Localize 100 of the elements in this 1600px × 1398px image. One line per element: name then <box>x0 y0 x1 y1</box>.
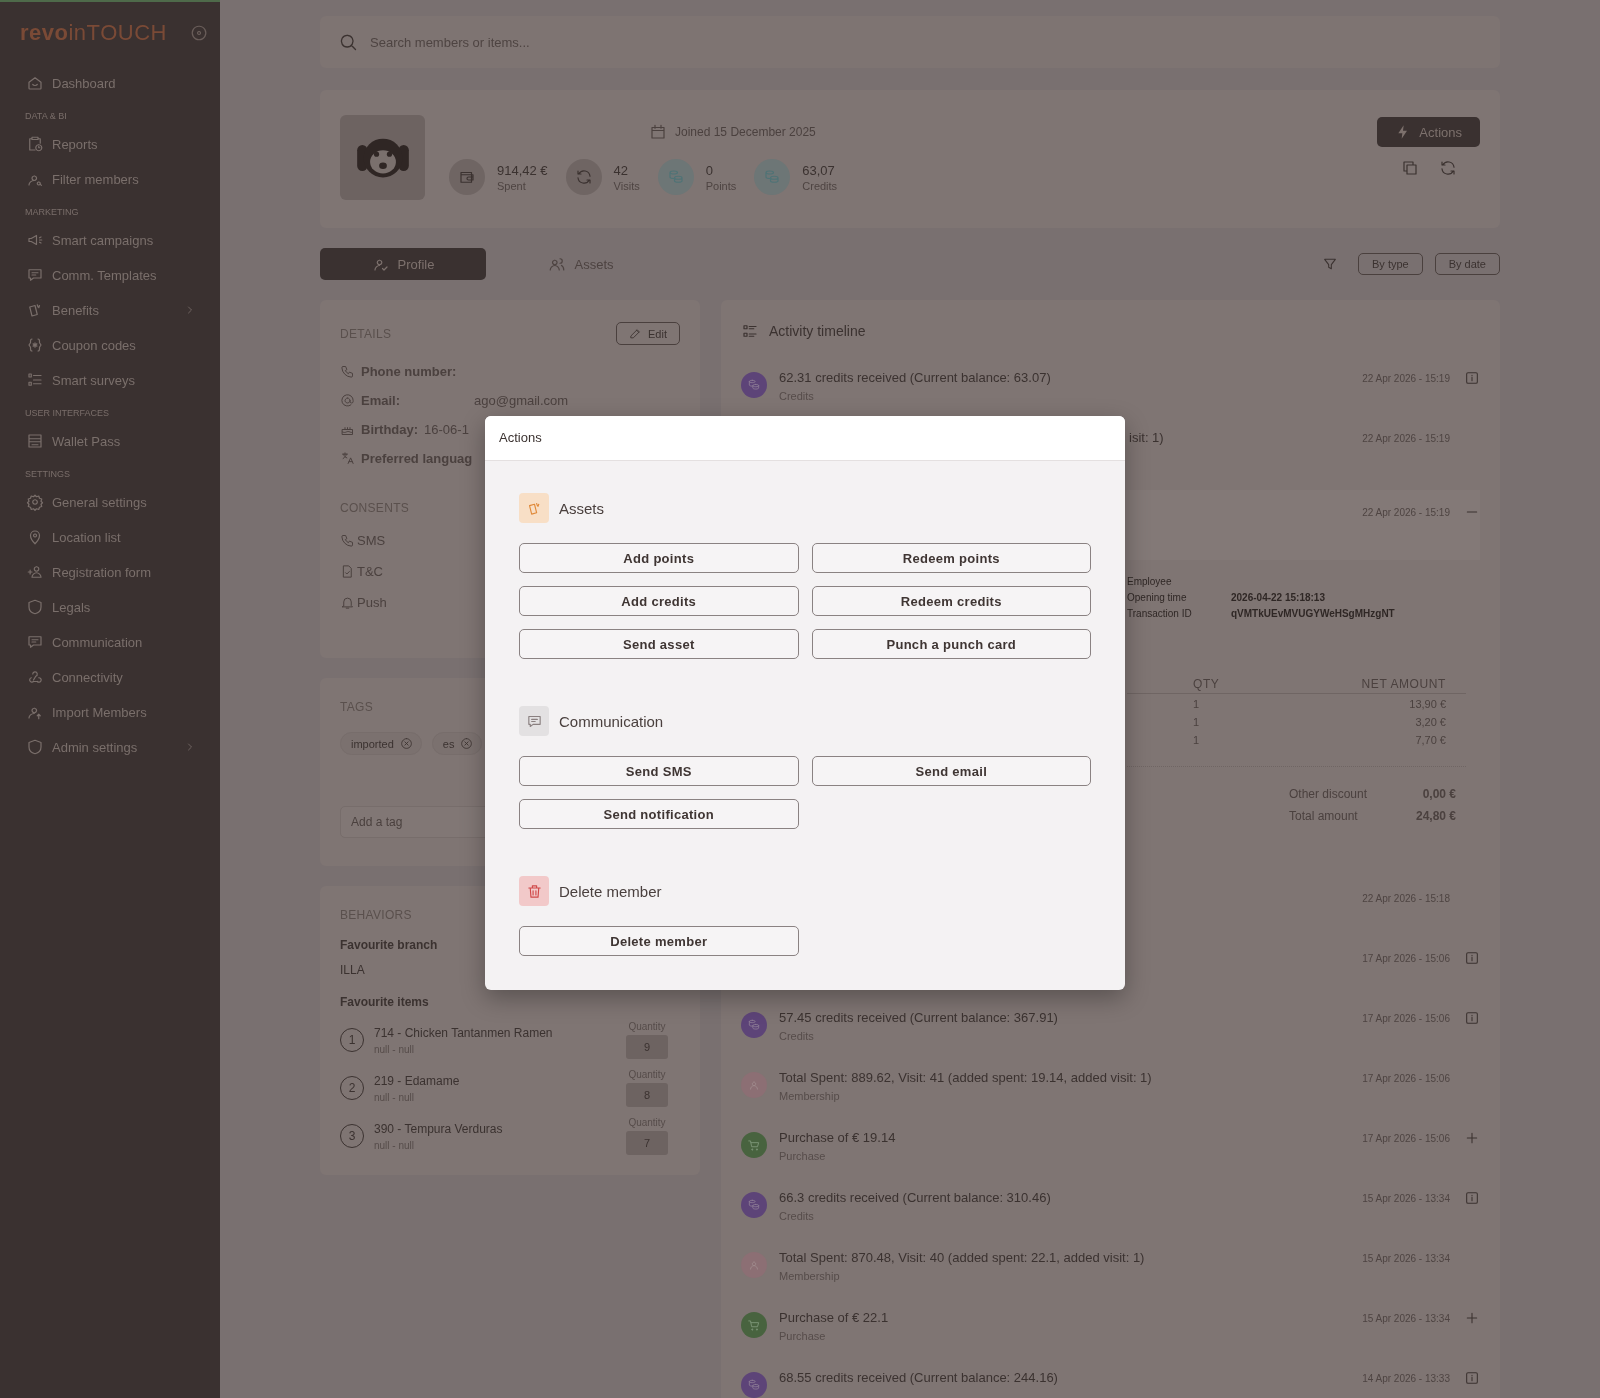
info-icon[interactable] <box>1464 950 1480 966</box>
sidebar-item[interactable]: Wallet Pass <box>0 424 220 459</box>
expand-icon[interactable] <box>1464 1130 1480 1146</box>
sidebar-item[interactable]: Smart surveys <box>0 363 220 398</box>
stat-value: 42 <box>613 162 630 178</box>
tag: es <box>431 732 483 755</box>
phone-icon <box>340 533 355 548</box>
sidebar-item[interactable]: Location list <box>0 520 220 555</box>
info-icon[interactable] <box>1464 370 1480 386</box>
coins-icon <box>747 1018 761 1032</box>
calendar-icon <box>649 123 667 141</box>
section-label: DATA & BI <box>24 110 68 123</box>
action-button[interactable]: Redeem credits <box>811 586 1091 616</box>
trash-icon <box>525 882 543 900</box>
item-name: 219 - Edamame <box>374 1073 461 1088</box>
sidebar-item[interactable]: Admin settings <box>0 730 220 765</box>
sidebar-item[interactable]: Import Members <box>0 695 220 730</box>
sidebar-item[interactable]: Connectivity <box>0 660 220 695</box>
branch-name: ILLA <box>340 963 365 977</box>
action-button[interactable]: Send asset <box>519 629 799 659</box>
cart-icon <box>747 1138 761 1152</box>
action-button[interactable]: Add points <box>519 543 799 573</box>
field-label: Favourite items <box>340 995 429 1009</box>
collapse-icon[interactable] <box>190 24 208 42</box>
sidebar-item[interactable]: Legals <box>0 590 220 625</box>
braces-icon <box>26 336 44 354</box>
sidebar-item[interactable]: Dashboard <box>0 66 220 101</box>
coins-icon <box>747 1378 761 1392</box>
action-button[interactable]: Send SMS <box>519 756 799 786</box>
sidebar-item[interactable]: Coupon codes <box>0 328 220 363</box>
info-icon[interactable] <box>1464 1190 1480 1206</box>
coins-icon <box>747 378 761 392</box>
user-plus-icon <box>26 563 44 581</box>
event-title: Total Spent: 870.48, Visit: 40 (added spent: 22.1, added visit: 1) <box>779 1250 1145 1265</box>
users-icon <box>548 255 567 273</box>
pass-icon <box>26 432 44 450</box>
event-title: 62.31 credits received (Current balance: 63.07) <box>779 370 1051 385</box>
detail-label: Employee <box>1127 576 1173 587</box>
stat-value: 0 <box>705 162 714 178</box>
section-label: SETTINGS <box>24 468 71 481</box>
item-name: 390 - Tempura Verduras <box>374 1121 504 1136</box>
sidebar-item[interactable]: General settings <box>0 485 220 520</box>
action-button[interactable]: Redeem points <box>811 543 1091 573</box>
bell-icon <box>340 595 355 610</box>
search-icon <box>338 32 358 52</box>
info-icon[interactable] <box>1464 1370 1480 1386</box>
list-icon <box>26 371 44 389</box>
webhook-icon <box>26 668 44 686</box>
event-title: 57.45 credits received (Current balance: 367.91) <box>779 1010 1058 1025</box>
settings-icon <box>26 493 44 511</box>
sidebar-item[interactable]: Smart campaigns <box>0 223 220 258</box>
home-icon <box>26 74 44 92</box>
sidebar-item[interactable]: Benefits <box>0 293 220 328</box>
chat-icon <box>26 266 44 284</box>
sidebar-item[interactable]: Filter members <box>0 162 220 197</box>
edit-icon <box>629 327 643 340</box>
coins-icon <box>763 168 782 186</box>
chat-icon <box>26 633 44 651</box>
event-title: Purchase of € 22.1 <box>779 1310 889 1325</box>
action-button[interactable]: Delete member <box>519 926 799 956</box>
dialog-title: Actions <box>499 430 542 445</box>
sidebar-item[interactable]: Communication <box>0 625 220 660</box>
action-button[interactable]: Add credits <box>519 586 799 616</box>
clipboard-icon <box>26 135 44 153</box>
timeline-icon <box>741 322 759 340</box>
detail-label: Opening time <box>1127 592 1188 603</box>
coins-icon <box>747 1198 761 1212</box>
filter-icon[interactable] <box>1322 256 1338 272</box>
section-title: Delete member <box>559 882 662 900</box>
cart-icon <box>747 1318 761 1332</box>
remove-icon[interactable] <box>399 737 413 750</box>
stat-value: 914,42 € <box>497 162 548 178</box>
document-icon <box>340 564 355 579</box>
action-button[interactable]: Punch a punch card <box>811 629 1091 659</box>
phone-icon <box>340 364 355 379</box>
info-icon[interactable] <box>1464 1010 1480 1026</box>
translate-icon <box>340 451 355 466</box>
event-title: 68.55 credits received (Current balance: 244.16) <box>779 1370 1058 1385</box>
remove-icon[interactable] <box>460 737 474 750</box>
sidebar-item[interactable]: Reports <box>0 127 220 162</box>
refresh-icon[interactable] <box>1438 159 1457 177</box>
expand-icon[interactable] <box>1464 1310 1480 1326</box>
actions-button[interactable]: Actions <box>1377 117 1480 147</box>
section-label: MARKETING <box>24 206 80 219</box>
logo: revoinTOUCH <box>20 20 167 46</box>
detail-label: Transaction ID <box>1127 608 1193 619</box>
sidebar-item[interactable]: Comm. Templates <box>0 258 220 293</box>
action-button[interactable]: Send email <box>811 756 1091 786</box>
action-button[interactable]: Send notification <box>519 799 799 829</box>
section-title: Communication <box>559 712 664 730</box>
filter-button[interactable]: By type <box>1358 253 1423 275</box>
event-title: Purchase of € 19.14 <box>779 1130 896 1145</box>
filter-button[interactable]: By date <box>1434 253 1500 275</box>
at-icon <box>340 393 355 408</box>
copy-icon[interactable] <box>1400 159 1419 177</box>
edit-button[interactable]: Edit <box>616 322 680 345</box>
tab[interactable]: Profile <box>320 248 486 280</box>
sidebar-item[interactable]: Registration form <box>0 555 220 590</box>
stat-value: 63,07 <box>802 162 836 178</box>
item-name: 714 - Chicken Tantanmen Ramen <box>374 1025 554 1040</box>
